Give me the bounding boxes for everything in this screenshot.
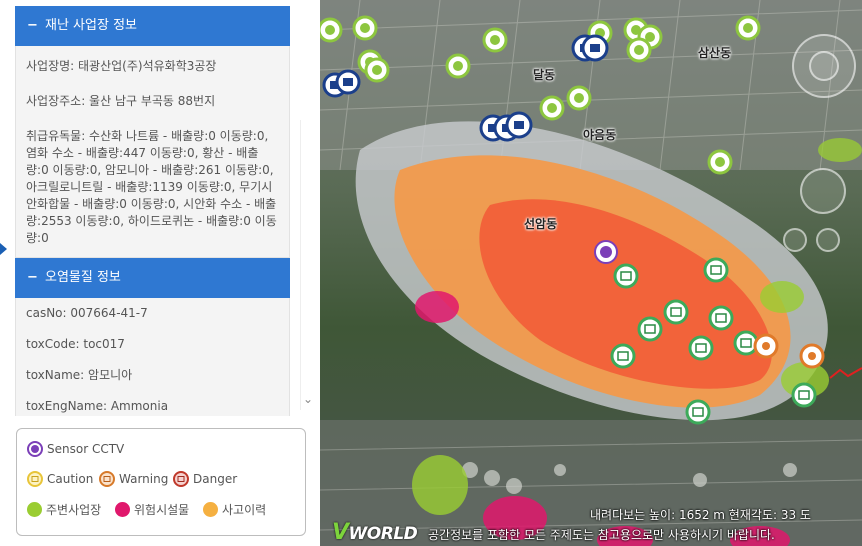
place-label-samsan: 삼산동	[698, 46, 732, 60]
panel-toggle-icon[interactable]	[0, 243, 7, 255]
place-label-seonam: 선암동	[524, 217, 558, 231]
rotate-control-icon[interactable]	[816, 228, 840, 252]
caution-icon	[27, 471, 43, 487]
pan-control-icon[interactable]	[809, 51, 839, 81]
danger-icon	[173, 471, 189, 487]
vworld-logo: VWORLD	[332, 520, 418, 545]
sensor-cctv-icon	[27, 441, 43, 457]
legend-warning: Warning	[99, 471, 168, 487]
legend-accident-history: 사고이력	[203, 501, 266, 518]
minus-icon[interactable]: −	[27, 258, 45, 298]
accident-history-dot-icon	[203, 502, 218, 517]
pollutant-info-header[interactable]: − 오염물질 정보	[15, 258, 290, 298]
legend-caution: Caution	[27, 471, 93, 487]
map-canvas[interactable]	[320, 0, 862, 546]
nearby-site-dot-icon	[27, 502, 42, 517]
info-scroll-area[interactable]: − 재난 사업장 정보 사업장명: 태광산업(주)석유화학3공장 사업장주소: 울…	[15, 6, 290, 416]
site-info-header[interactable]: − 재난 사업장 정보	[15, 6, 290, 46]
map-view[interactable]: 삼산동 달동 야음동 선암동 VWORLD 내려다보는 높이: 1652 m 현…	[320, 0, 862, 546]
hazard-facility-dot-icon	[115, 502, 130, 517]
view-status: 내려다보는 높이: 1652 m 현재각도: 33 도	[590, 508, 811, 522]
site-name: 사업장명: 태광산업(주)석유화학3공장	[26, 59, 217, 73]
pollutant-info-body: casNo: 007664-41-7 toxCode: toc017 toxNa…	[15, 298, 290, 416]
minus-icon[interactable]: −	[27, 6, 45, 46]
site-info-body: 사업장명: 태광산업(주)석유화학3공장 사업장주소: 울산 남구 부곡동 88…	[15, 46, 290, 258]
place-label-yaeum: 야음동	[583, 128, 617, 142]
legend-sensor-cctv: Sensor CCTV	[27, 441, 124, 457]
legend: Sensor CCTV Caution Warning Danger 주변사업장…	[16, 428, 306, 536]
nearby-site-marker[interactable]	[412, 455, 468, 515]
site-info-title: 재난 사업장 정보	[45, 18, 137, 33]
site-address: 사업장주소: 울산 남구 부곡동 88번지	[26, 94, 216, 108]
pollutant-info-title: 오염물질 정보	[45, 270, 121, 285]
legend-danger: Danger	[173, 471, 237, 487]
cas-no: casNo: 007664-41-7	[26, 306, 148, 320]
info-panel: − 재난 사업장 정보 사업장명: 태광산업(주)석유화학3공장 사업장주소: 울…	[0, 0, 321, 546]
place-label-dal: 달동	[533, 68, 556, 82]
tox-name: toxName: 암모니아	[26, 368, 133, 382]
legend-nearby-site: 주변사업장	[27, 501, 101, 518]
nearby-site-marker[interactable]	[760, 281, 804, 313]
zoom-control[interactable]	[800, 168, 846, 214]
tox-code: toxCode: toc017	[26, 337, 125, 351]
map-notice: 공간정보를 포함한 모든 주제도는 참고용으로만 사용하시기 바랍니다.	[428, 528, 775, 542]
warning-icon	[99, 471, 115, 487]
legend-hazard-facility: 위험시설물	[115, 501, 189, 518]
tilt-control-icon[interactable]	[783, 228, 807, 252]
chevron-down-icon[interactable]: ⌄	[303, 392, 313, 406]
site-materials: 취급유독물: 수산화 나트륨 - 배출량:0 이동량:0, 염화 수소 - 배출…	[26, 129, 277, 245]
nearby-site-marker[interactable]	[818, 138, 862, 162]
tox-eng-name: toxEngName: Ammonia	[26, 399, 169, 413]
scrollbar[interactable]	[300, 120, 321, 410]
hazard-facility-marker[interactable]	[415, 291, 459, 323]
